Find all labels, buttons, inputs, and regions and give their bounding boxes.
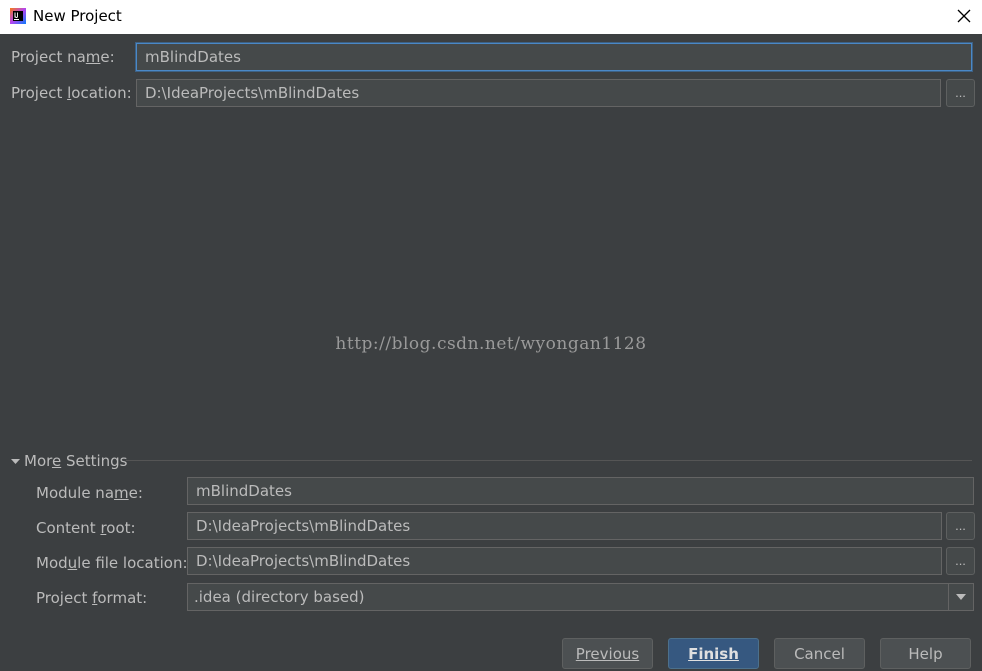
cancel-button[interactable]: Cancel xyxy=(774,638,865,669)
content-root-label: Content root: xyxy=(36,519,136,537)
window-title: New Project xyxy=(33,7,122,25)
project-location-label: Project location: xyxy=(11,84,132,102)
intellij-idea-icon xyxy=(10,8,26,24)
project-format-select[interactable]: .idea (directory based) xyxy=(187,583,974,611)
module-file-location-input[interactable] xyxy=(187,547,942,575)
content-root-input[interactable] xyxy=(187,512,942,540)
module-file-location-label: Module file location: xyxy=(36,554,188,572)
module-file-location-browse-button[interactable]: ... xyxy=(946,547,975,575)
close-icon[interactable] xyxy=(952,4,976,28)
finish-button[interactable]: Finish xyxy=(668,638,759,669)
dialog-content: Project name: Project location: ... http… xyxy=(0,34,982,671)
help-button[interactable]: Help xyxy=(880,638,971,669)
previous-button[interactable]: Previous xyxy=(562,638,653,669)
content-root-browse-button[interactable]: ... xyxy=(946,512,975,540)
triangle-down-icon xyxy=(11,452,20,470)
title-bar: New Project xyxy=(0,0,982,34)
module-name-input[interactable] xyxy=(187,477,974,505)
project-name-label: Project name: xyxy=(11,48,115,66)
module-name-label: Module name: xyxy=(36,484,143,502)
project-name-input[interactable] xyxy=(136,43,972,71)
dropdown-arrow-icon[interactable] xyxy=(948,584,973,610)
watermark-text: http://blog.csdn.net/wyongan1128 xyxy=(335,334,647,354)
project-location-browse-button[interactable]: ... xyxy=(946,79,975,107)
more-settings-label: More Settings xyxy=(24,452,128,470)
project-format-value: .idea (directory based) xyxy=(194,588,365,606)
project-location-input[interactable] xyxy=(136,79,941,107)
project-format-label: Project format: xyxy=(36,589,148,607)
more-settings-toggle[interactable]: More Settings xyxy=(11,452,128,470)
section-divider xyxy=(126,460,972,461)
